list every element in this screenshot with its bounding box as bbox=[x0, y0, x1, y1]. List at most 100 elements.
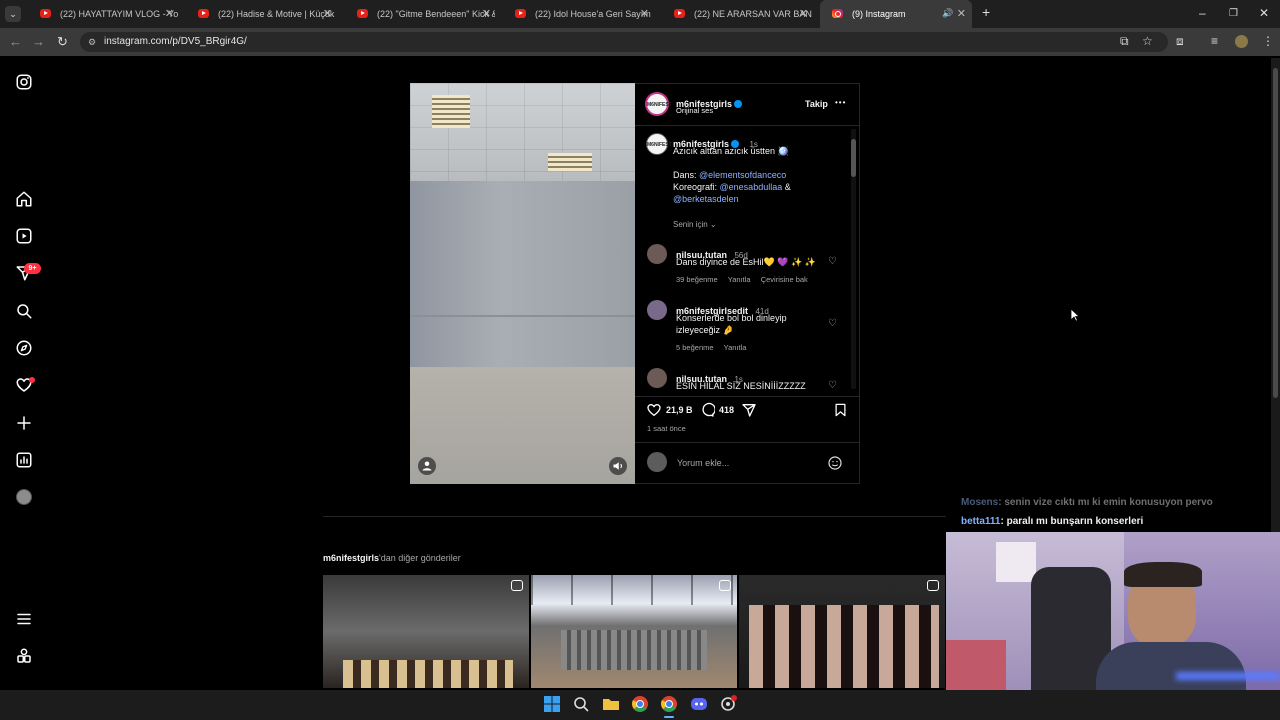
chat-username: Mosens bbox=[961, 497, 999, 508]
close-tab-icon[interactable]: ✕ bbox=[482, 7, 491, 20]
new-tab-button[interactable]: + bbox=[982, 4, 990, 20]
browser-tab[interactable]: (22) Idol House'a Geri Sayım Ba... ✕ bbox=[503, 0, 655, 28]
tab-title: (22) "Gitme Bendeeen" Kick &... bbox=[377, 9, 495, 19]
mention-link[interactable]: @berketasdelen bbox=[673, 194, 739, 204]
follow-button[interactable]: Takip bbox=[805, 99, 828, 109]
notification-badge: 9+ bbox=[24, 263, 41, 274]
share-icon[interactable] bbox=[741, 402, 757, 418]
comment-like-heart-icon[interactable]: ♡ bbox=[828, 380, 837, 391]
webcam-poster bbox=[996, 542, 1036, 582]
commenter-avatar[interactable] bbox=[647, 300, 667, 320]
reels-icon[interactable] bbox=[15, 227, 33, 245]
caption-label: Dans: bbox=[673, 170, 700, 180]
reply-button[interactable]: Yanıtla bbox=[728, 275, 751, 284]
commenter-avatar[interactable] bbox=[647, 368, 667, 388]
chrome-active-icon[interactable] bbox=[660, 695, 678, 713]
dashboard-icon[interactable] bbox=[15, 451, 33, 469]
reel-icon bbox=[511, 580, 523, 591]
page-scrollbar-thumb[interactable] bbox=[1273, 68, 1278, 398]
menu-icon[interactable] bbox=[15, 610, 33, 628]
translate-button[interactable]: Çevirisine bak bbox=[761, 275, 808, 284]
floor bbox=[410, 367, 635, 484]
file-explorer-icon[interactable] bbox=[602, 695, 620, 713]
close-tab-icon[interactable]: ✕ bbox=[165, 7, 174, 20]
browser-tab-active[interactable]: (9) Instagram 🔊 ✕ bbox=[820, 0, 972, 28]
comment-input[interactable]: Yorum ekle... bbox=[677, 458, 729, 468]
chat-text: : paralı mı bunşarın konserleri bbox=[1000, 516, 1144, 527]
taskbar-search-icon[interactable] bbox=[572, 695, 590, 713]
browser-tab[interactable]: (22) HAYATTAYIM VLOG - YouTube ✕ bbox=[28, 0, 180, 28]
create-plus-icon[interactable] bbox=[15, 414, 33, 432]
instagram-logo-icon[interactable] bbox=[15, 73, 33, 91]
audio-label[interactable]: Orijinal ses bbox=[676, 106, 713, 115]
browser-tab[interactable]: (22) NE ARARSAN VAR BANA G... ✕ bbox=[662, 0, 814, 28]
mention-link[interactable]: @enesabdullaa bbox=[720, 182, 783, 192]
comment-like-heart-icon[interactable]: ♡ bbox=[828, 256, 837, 267]
comment-count[interactable]: 418 bbox=[719, 405, 734, 415]
browser-tab[interactable]: (22) Hadise & Motive | Küçük B... ✕ bbox=[186, 0, 338, 28]
more-posts-suffix: 'dan diğer gönderiler bbox=[379, 553, 461, 563]
bookmark-star-icon[interactable]: ☆ bbox=[1142, 34, 1153, 48]
ceiling-light bbox=[432, 95, 470, 128]
scrollbar-thumb[interactable] bbox=[851, 139, 856, 177]
reply-button[interactable]: Yanıtla bbox=[724, 343, 747, 352]
comment-likes[interactable]: 5 beğenme bbox=[676, 343, 714, 352]
volume-icon[interactable] bbox=[609, 457, 627, 475]
also-from-meta-icon[interactable] bbox=[15, 647, 33, 665]
chat-username: betta111 bbox=[961, 516, 1001, 527]
post-video[interactable] bbox=[410, 83, 635, 484]
profile-avatar[interactable] bbox=[16, 489, 32, 505]
comment-bubble-icon[interactable] bbox=[699, 402, 716, 418]
close-tab-icon[interactable]: ✕ bbox=[640, 7, 649, 20]
caption-text: Azıcık alttan azıcık üstten 🪩 bbox=[673, 146, 789, 156]
windows-start-icon[interactable] bbox=[543, 695, 561, 713]
reel-icon bbox=[927, 580, 939, 591]
tab-search-button[interactable]: ⌄ bbox=[5, 6, 21, 22]
author-avatar[interactable]: M6NIFEST bbox=[646, 133, 672, 155]
commenter-avatar[interactable] bbox=[647, 244, 667, 264]
site-info-icon[interactable]: ⚙ bbox=[88, 32, 96, 52]
chrome-icon[interactable] bbox=[631, 695, 649, 713]
comment-actions: 5 beğenme Yanıtla bbox=[676, 343, 746, 352]
restore-icon[interactable]: ❐ bbox=[1229, 8, 1238, 19]
more-post-thumbnail[interactable] bbox=[531, 575, 737, 688]
caption-choreo-line: Koreografi: @enesabdullaa & bbox=[673, 182, 791, 192]
profile-avatar[interactable] bbox=[1235, 35, 1248, 48]
media-controls-icon[interactable]: ≡ bbox=[1211, 34, 1218, 48]
address-bar[interactable]: ⚙ instagram.com/p/DV5_BRgir4G/ bbox=[80, 32, 1168, 52]
speaker-icon[interactable]: 🔊 bbox=[942, 8, 953, 19]
author-avatar[interactable]: M6NIFEST bbox=[645, 92, 672, 116]
comment-likes[interactable]: 39 beğenme bbox=[676, 275, 718, 284]
explore-compass-icon[interactable] bbox=[15, 339, 33, 357]
close-tab-icon[interactable]: ✕ bbox=[957, 7, 966, 20]
minimize-icon[interactable]: – bbox=[1199, 6, 1206, 20]
browser-tab[interactable]: (22) "Gitme Bendeeen" Kick &... ✕ bbox=[345, 0, 497, 28]
comment-like-heart-icon[interactable]: ♡ bbox=[828, 318, 837, 329]
comments-scrollbar[interactable] bbox=[851, 129, 856, 389]
forward-icon[interactable]: → bbox=[32, 34, 45, 49]
extensions-icon[interactable]: ⧈ bbox=[1176, 34, 1184, 49]
home-icon[interactable] bbox=[15, 190, 33, 208]
reload-icon[interactable]: ↻ bbox=[57, 34, 68, 50]
window-close-icon[interactable]: ✕ bbox=[1259, 6, 1269, 20]
more-post-thumbnail[interactable] bbox=[323, 575, 529, 688]
like-count[interactable]: 21,9 B bbox=[666, 405, 693, 415]
discord-icon[interactable] bbox=[690, 695, 708, 713]
mouse-cursor-icon bbox=[1070, 308, 1081, 322]
more-options-icon[interactable]: ••• bbox=[835, 98, 846, 107]
tab-strip: ⌄ (22) HAYATTAYIM VLOG - YouTube ✕ (22) … bbox=[0, 0, 1280, 28]
search-icon[interactable] bbox=[15, 302, 33, 320]
emoji-icon[interactable] bbox=[827, 455, 843, 471]
for-you-toggle[interactable]: Senin için ⌄ bbox=[673, 220, 717, 229]
like-heart-icon[interactable] bbox=[646, 402, 662, 418]
more-posts-username[interactable]: m6nifestgirls bbox=[323, 553, 379, 563]
more-post-thumbnail[interactable] bbox=[739, 575, 945, 688]
tagged-user-icon[interactable] bbox=[418, 457, 436, 475]
mention-link[interactable]: @elementsofdanceco bbox=[699, 170, 786, 180]
cast-icon[interactable]: ⧉ bbox=[1120, 34, 1129, 49]
back-icon[interactable]: ← bbox=[9, 34, 22, 49]
close-tab-icon[interactable]: ✕ bbox=[323, 7, 332, 20]
save-bookmark-icon[interactable] bbox=[833, 402, 848, 418]
chrome-menu-icon[interactable]: ⋮ bbox=[1262, 34, 1274, 48]
close-tab-icon[interactable]: ✕ bbox=[799, 7, 808, 20]
